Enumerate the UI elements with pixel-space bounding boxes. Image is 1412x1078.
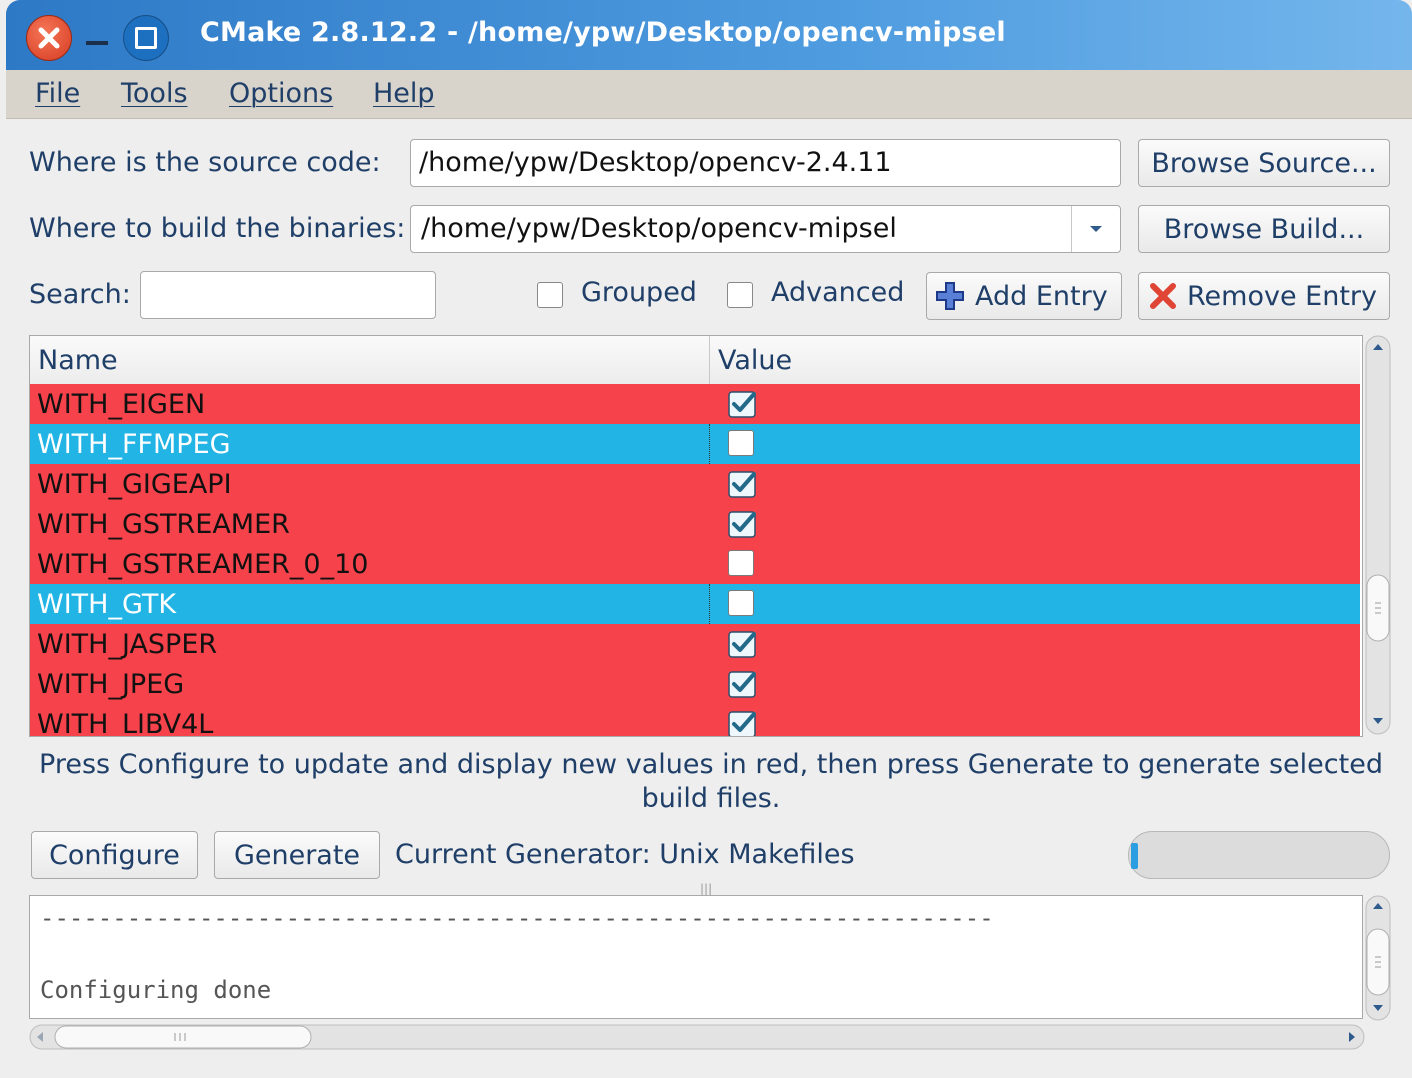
progress-bar: [1128, 831, 1390, 879]
entry-name: WITH_EIGEN: [37, 389, 206, 420]
generate-button[interactable]: Generate: [214, 831, 380, 879]
entry-value-checkbox[interactable]: [728, 430, 754, 456]
add-entry-button[interactable]: Add Entry: [926, 272, 1122, 320]
output-line: Configuring done: [40, 976, 272, 1004]
table-row[interactable]: WITH_GSTREAMER: [30, 504, 1360, 544]
table-row[interactable]: WITH_FFMPEG: [30, 424, 1360, 464]
remove-entry-button[interactable]: Remove Entry: [1138, 272, 1390, 320]
cache-table: Name Value WITH_EIGEN WITH_FFMPEG WITH_GIG…: [29, 335, 1363, 737]
entry-value-checkbox[interactable]: [728, 628, 758, 658]
output-vertical-scrollbar[interactable]: [1365, 895, 1391, 1021]
entry-name: WITH_GTK: [37, 589, 177, 620]
entry-name: WITH_JPEG: [37, 669, 185, 700]
chevron-down-icon[interactable]: [1071, 206, 1120, 252]
add-entry-label: Add Entry: [975, 280, 1108, 312]
browse-source-button[interactable]: Browse Source...: [1138, 139, 1390, 187]
advanced-checkbox[interactable]: [727, 282, 753, 308]
entry-value-checkbox[interactable]: [728, 468, 758, 498]
entry-name: WITH_JASPER: [37, 629, 218, 660]
current-generator-label: Current Generator: Unix Makefiles: [395, 839, 855, 870]
output-log[interactable]: ----------------------------------------…: [29, 895, 1363, 1019]
table-row[interactable]: WITH_JPEG: [30, 664, 1360, 704]
table-header: Name Value: [30, 336, 1360, 385]
browse-build-button[interactable]: Browse Build...: [1138, 205, 1390, 253]
entry-name: WITH_FFMPEG: [37, 429, 231, 460]
entry-name: WITH_GIGEAPI: [37, 469, 232, 500]
entry-name: WITH_GSTREAMER: [37, 509, 290, 540]
window-title: CMake 2.8.12.2 - /home/ypw/Desktop/openc…: [200, 17, 1006, 48]
table-row[interactable]: WITH_LIBV4L: [30, 704, 1360, 737]
minimize-icon[interactable]: [86, 41, 108, 45]
entry-name: WITH_GSTREAMER_0_10: [37, 549, 369, 580]
table-vertical-scrollbar[interactable]: [1365, 335, 1391, 735]
build-path-combobox[interactable]: /home/ypw/Desktop/opencv-mipsel: [410, 205, 1121, 253]
entry-value-checkbox[interactable]: [728, 708, 758, 737]
info-text: Press Configure to update and display ne…: [39, 749, 1383, 814]
entry-value-checkbox[interactable]: [728, 388, 758, 418]
x-icon: [1150, 283, 1176, 309]
remove-entry-label: Remove Entry: [1187, 280, 1377, 312]
search-label: Search:: [29, 279, 131, 310]
entry-value-checkbox[interactable]: [728, 550, 754, 576]
table-row[interactable]: WITH_JASPER: [30, 624, 1360, 664]
menu-bar: File Tools Options Help: [6, 70, 1412, 119]
output-horizontal-scrollbar[interactable]: [29, 1024, 1365, 1050]
entry-name: WITH_LIBV4L: [37, 709, 214, 737]
advanced-label: Advanced: [771, 277, 905, 308]
entry-value-checkbox[interactable]: [728, 508, 758, 538]
build-path-value: /home/ypw/Desktop/opencv-mipsel: [421, 213, 897, 244]
entry-value-checkbox[interactable]: [728, 668, 758, 698]
grouped-checkbox[interactable]: [537, 282, 563, 308]
column-header-value[interactable]: Value: [718, 345, 792, 376]
plus-icon: [936, 282, 964, 310]
title-bar: CMake 2.8.12.2 - /home/ypw/Desktop/openc…: [6, 0, 1412, 70]
table-row[interactable]: WITH_GSTREAMER_0_10: [30, 544, 1360, 584]
menu-tools[interactable]: Tools: [121, 78, 188, 109]
configure-button[interactable]: Configure: [31, 831, 198, 879]
table-row[interactable]: WITH_EIGEN: [30, 384, 1360, 424]
source-label: Where is the source code:: [29, 147, 381, 178]
grouped-label: Grouped: [581, 277, 697, 308]
table-row[interactable]: WITH_GTK: [30, 584, 1360, 624]
menu-help[interactable]: Help: [373, 78, 435, 109]
output-line: ----------------------------------------…: [40, 904, 994, 932]
build-label: Where to build the binaries:: [29, 213, 406, 244]
close-icon[interactable]: [26, 15, 72, 61]
progress-fill: [1131, 843, 1138, 869]
splitter-handle[interactable]: |||: [700, 882, 712, 896]
maximize-icon[interactable]: [123, 15, 169, 61]
source-path-input[interactable]: /home/ypw/Desktop/opencv-2.4.11: [410, 139, 1121, 187]
column-header-name[interactable]: Name: [38, 345, 118, 376]
entry-value-checkbox[interactable]: [728, 590, 754, 616]
search-input[interactable]: [140, 271, 436, 319]
menu-file[interactable]: File: [35, 78, 80, 109]
table-row[interactable]: WITH_GIGEAPI: [30, 464, 1360, 504]
menu-options[interactable]: Options: [229, 78, 333, 109]
